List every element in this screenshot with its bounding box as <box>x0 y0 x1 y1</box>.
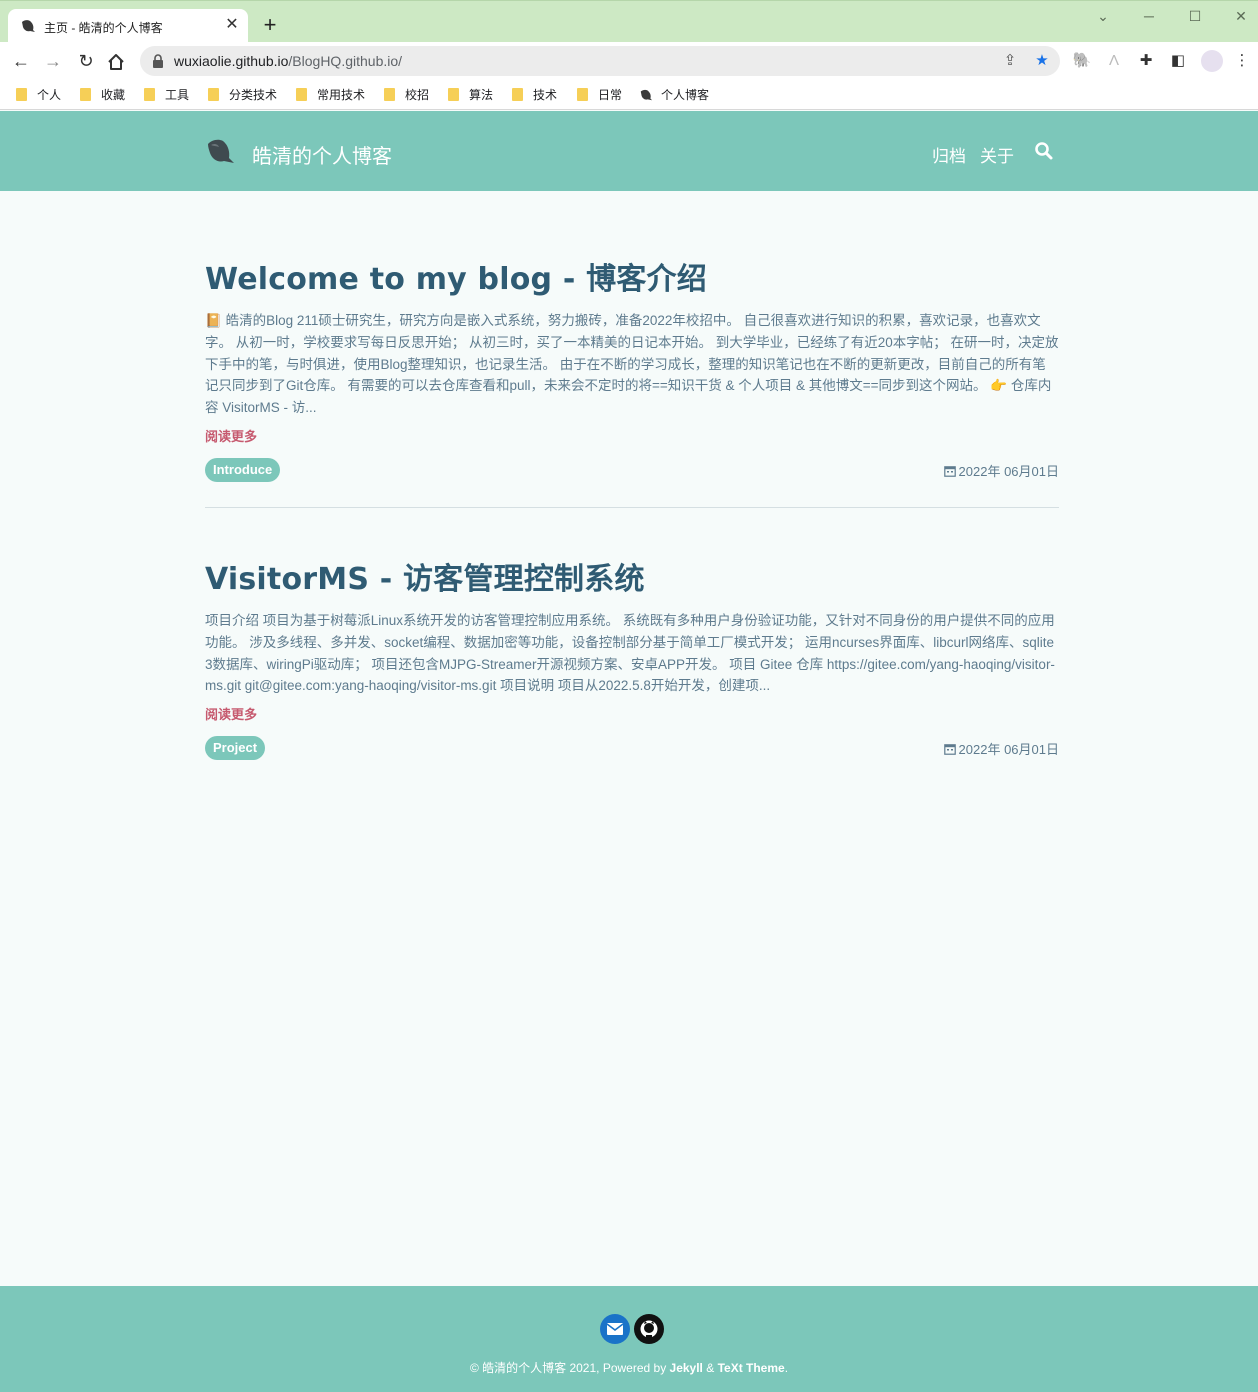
github-icon[interactable] <box>634 1314 664 1344</box>
menu-kebab-icon[interactable]: ⋮ <box>1231 50 1253 72</box>
search-icon[interactable] <box>1034 141 1054 161</box>
nav-archive-link[interactable]: 归档 <box>932 142 966 167</box>
post-date: 2022年 06月01日 <box>943 461 1059 480</box>
folder-icon <box>296 88 307 102</box>
new-tab-button[interactable]: + <box>258 13 282 37</box>
evernote-extension-icon[interactable]: 🐘 <box>1071 50 1093 72</box>
folder-icon <box>16 88 27 102</box>
copyright-text: © 皓清的个人博客 2021, Powered by Jekyll & TeXt… <box>469 1361 789 1375</box>
site-footer: © 皓清的个人博客 2021, Powered by Jekyll & TeXt… <box>0 1286 1258 1392</box>
tab-close-icon[interactable]: ✕ <box>222 15 242 35</box>
nav-about-link[interactable]: 关于 <box>980 142 1014 167</box>
folder-icon <box>448 88 459 102</box>
read-more-link[interactable]: 阅读更多 <box>205 704 257 723</box>
browser-toolbar: ← → ↻ wuxiaolie.github.io/BlogHQ.github.… <box>0 42 1258 80</box>
share-icon[interactable]: ⇪ <box>1000 51 1020 71</box>
url-text: wuxiaolie.github.io/BlogHQ.github.io/ <box>174 53 403 69</box>
maximize-button[interactable]: ☐ <box>1183 5 1207 27</box>
close-window-button[interactable]: ✕ <box>1229 5 1253 27</box>
bookmarks-bar: 个人 收藏 工具 分类技术 常用技术 校招 算法 技术 日常 个人博客 <box>0 80 1258 110</box>
bookmark-folder[interactable]: 收藏 <box>80 86 125 104</box>
bookmark-folder[interactable]: 算法 <box>448 86 493 104</box>
calendar-icon <box>943 466 956 477</box>
bookmark-link[interactable]: 个人博客 <box>639 86 709 104</box>
folder-icon <box>208 88 219 102</box>
post-card: VisitorMS - 访客管理控制系统 项目介绍 项目为基于树莓派Linux系… <box>205 554 1059 762</box>
browser-tab[interactable]: 主页 - 皓清的个人博客 ✕ <box>8 9 248 43</box>
lock-icon <box>153 54 163 68</box>
post-divider <box>205 507 1059 508</box>
bird-favicon-icon <box>22 20 35 32</box>
folder-icon <box>144 88 155 102</box>
notebook-emoji-icon: 📔 <box>205 313 222 328</box>
tab-search-icon[interactable]: ⌄ <box>1091 5 1115 27</box>
post-meta: Introduce 2022年 06月01日 <box>205 457 1059 484</box>
jekyll-link[interactable]: Jekyll <box>670 1361 703 1375</box>
bookmark-folder[interactable]: 技术 <box>512 86 557 104</box>
back-arrow-icon[interactable]: ← <box>8 48 34 74</box>
post-excerpt: 项目介绍 项目为基于树莓派Linux系统开发的访客管理控制应用系统。 系统既有多… <box>205 613 1055 694</box>
calendar-icon <box>943 744 956 755</box>
post-title[interactable]: Welcome to my blog - 博客介绍 <box>205 254 1059 298</box>
extensions-puzzle-icon[interactable]: ✚ <box>1135 50 1157 72</box>
post-date: 2022年 06月01日 <box>943 739 1059 758</box>
bookmark-folder[interactable]: 日常 <box>577 86 622 104</box>
bookmark-folder[interactable]: 个人 <box>16 86 61 104</box>
extension-a-icon[interactable]: Λ <box>1103 50 1125 72</box>
tag-badge[interactable]: Introduce <box>205 457 281 482</box>
tag-badge[interactable]: Project <box>205 736 266 761</box>
minimize-button[interactable]: ─ <box>1137 5 1161 27</box>
home-icon[interactable] <box>106 52 126 72</box>
email-icon[interactable] <box>600 1314 630 1344</box>
post-card: Welcome to my blog - 博客介绍 📔 皓清的Blog 211硕… <box>205 254 1059 484</box>
tab-title: 主页 - 皓清的个人博客 <box>44 21 163 35</box>
post-excerpt: 📔 皓清的Blog 211硕士研究生，研究方向是嵌入式系统，努力搬砖，准备202… <box>205 313 1059 416</box>
folder-icon <box>80 88 91 102</box>
site-header: 皓清的个人博客 归档 关于 <box>0 111 1258 191</box>
read-more-link[interactable]: 阅读更多 <box>205 426 257 445</box>
bookmark-folder[interactable]: 分类技术 <box>208 86 277 104</box>
site-logo-icon[interactable] <box>205 135 237 167</box>
site-title[interactable]: 皓清的个人博客 <box>252 140 392 169</box>
forward-arrow-icon[interactable]: → <box>40 48 66 74</box>
browser-tabstrip: 主页 - 皓清的个人博客 ✕ + ⌄ ─ ☐ ✕ <box>0 0 1258 43</box>
bookmark-folder[interactable]: 工具 <box>144 86 189 104</box>
text-theme-link[interactable]: TeXt Theme <box>718 1361 785 1375</box>
profile-avatar[interactable] <box>1201 50 1223 72</box>
post-title[interactable]: VisitorMS - 访客管理控制系统 <box>205 554 1059 598</box>
folder-icon <box>577 88 588 102</box>
pointing-hand-emoji-icon: 👉 <box>990 378 1008 394</box>
folder-icon <box>512 88 523 102</box>
bookmark-folder[interactable]: 校招 <box>384 86 429 104</box>
folder-icon <box>384 88 395 102</box>
side-panel-icon[interactable]: ◧ <box>1167 50 1189 72</box>
address-bar[interactable]: wuxiaolie.github.io/BlogHQ.github.io/ ⇪ … <box>140 46 1060 76</box>
bookmark-star-icon[interactable]: ★ <box>1032 51 1052 71</box>
post-meta: Project 2022年 06月01日 <box>205 736 1059 762</box>
bookmark-folder[interactable]: 常用技术 <box>296 86 365 104</box>
reload-icon[interactable]: ↻ <box>73 48 99 74</box>
bird-favicon-icon <box>640 89 653 101</box>
